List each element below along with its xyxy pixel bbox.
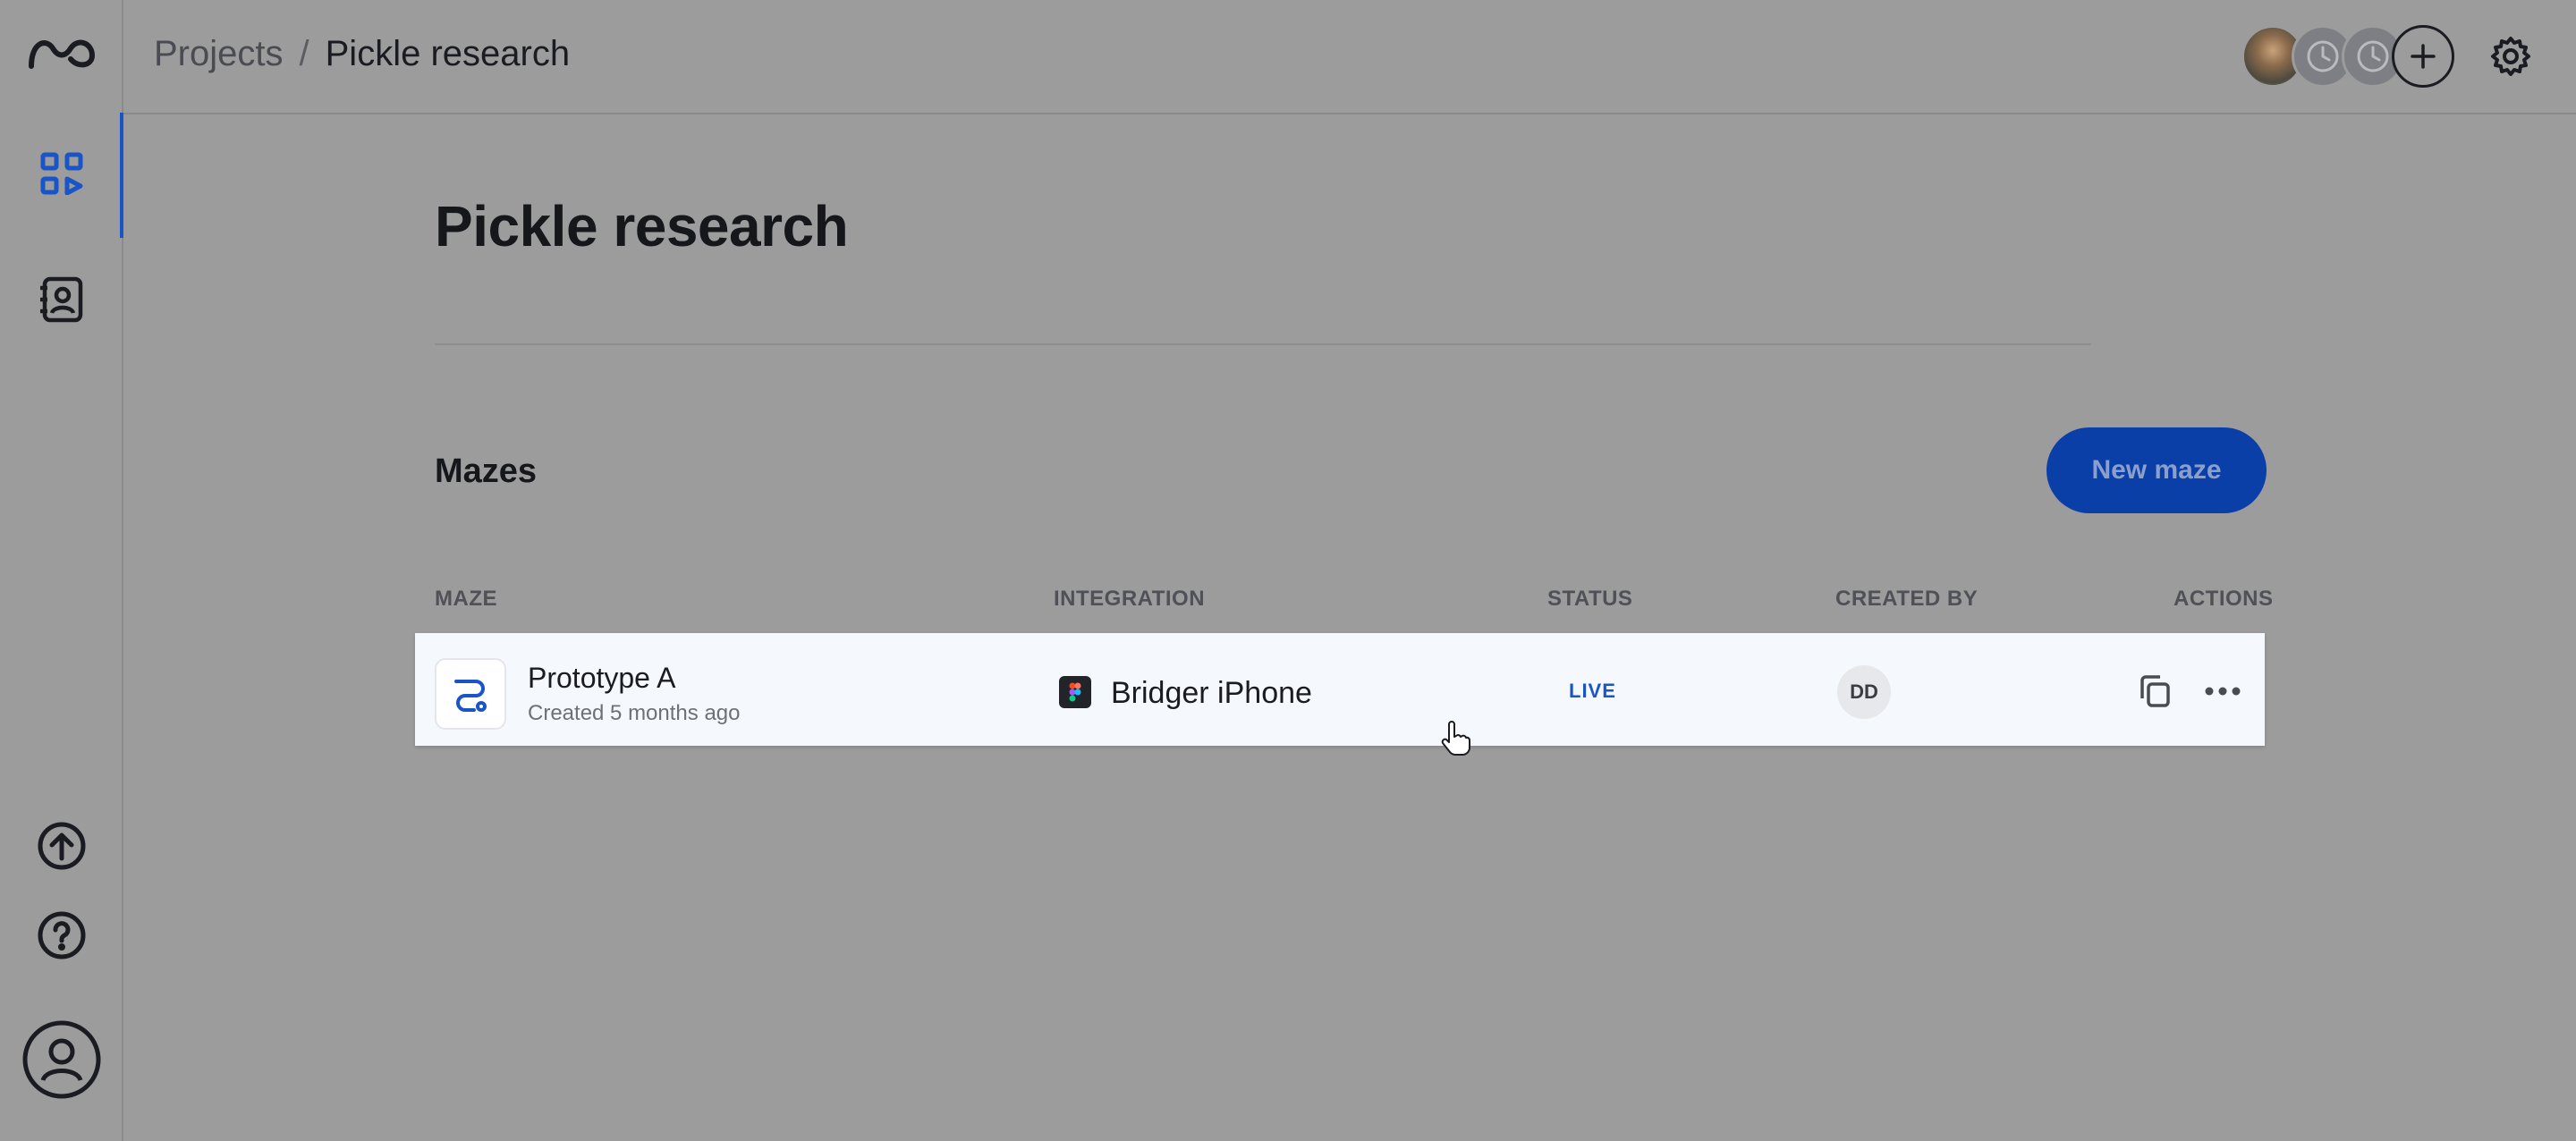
settings-gear-icon[interactable]: [2490, 36, 2531, 81]
section-title: Mazes: [435, 452, 538, 490]
plus-icon: [2411, 44, 2436, 69]
column-header-maze: MAZE: [435, 587, 497, 611]
ellipsis-icon: [2205, 687, 2241, 696]
table-row[interactable]: Prototype A Created 5 months ago Bridger…: [415, 633, 2265, 746]
clock-icon: [2307, 40, 2339, 72]
maze-name[interactable]: Prototype A: [528, 662, 675, 695]
copy-icon: [2140, 675, 2170, 707]
account-icon[interactable]: [0, 1019, 123, 1100]
breadcrumb-projects-link[interactable]: Projects: [154, 34, 284, 74]
collaborator-avatars[interactable]: [2241, 25, 2454, 88]
breadcrumb-current: Pickle research: [325, 34, 571, 73]
integration-name: Bridger iPhone: [1111, 676, 1312, 710]
clock-icon: [2357, 40, 2389, 72]
sidebar: [0, 0, 123, 1141]
top-bar: Projects / Pickle research: [123, 0, 2576, 114]
status-badge: LIVE: [1569, 680, 1616, 702]
column-header-actions: ACTIONS: [2174, 587, 2274, 611]
maze-created-date: Created 5 months ago: [528, 701, 741, 725]
column-header-integration: INTEGRATION: [1054, 587, 1206, 611]
breadcrumb-separator: /: [299, 34, 309, 73]
projects-grid-icon[interactable]: [0, 152, 123, 195]
figma-icon: [1059, 676, 1091, 708]
creator-avatar: DD: [1837, 665, 1891, 719]
duplicate-button[interactable]: [2136, 672, 2174, 710]
upgrade-icon[interactable]: [0, 821, 123, 871]
more-actions-button[interactable]: [2202, 672, 2243, 710]
maze-logo-icon[interactable]: [0, 32, 123, 72]
page-title: Pickle research: [435, 194, 849, 258]
divider: [435, 343, 2091, 345]
new-maze-button[interactable]: New maze: [2046, 427, 2267, 513]
help-icon[interactable]: [0, 910, 123, 960]
hand-cursor-icon: [1440, 721, 1470, 761]
column-header-created-by: CREATED BY: [1835, 587, 1979, 611]
contacts-icon[interactable]: [0, 275, 123, 324]
column-header-status: STATUS: [1547, 587, 1633, 611]
breadcrumb: Projects / Pickle research: [154, 34, 570, 74]
add-collaborator-button[interactable]: [2392, 25, 2454, 88]
maze-icon: [435, 658, 506, 730]
